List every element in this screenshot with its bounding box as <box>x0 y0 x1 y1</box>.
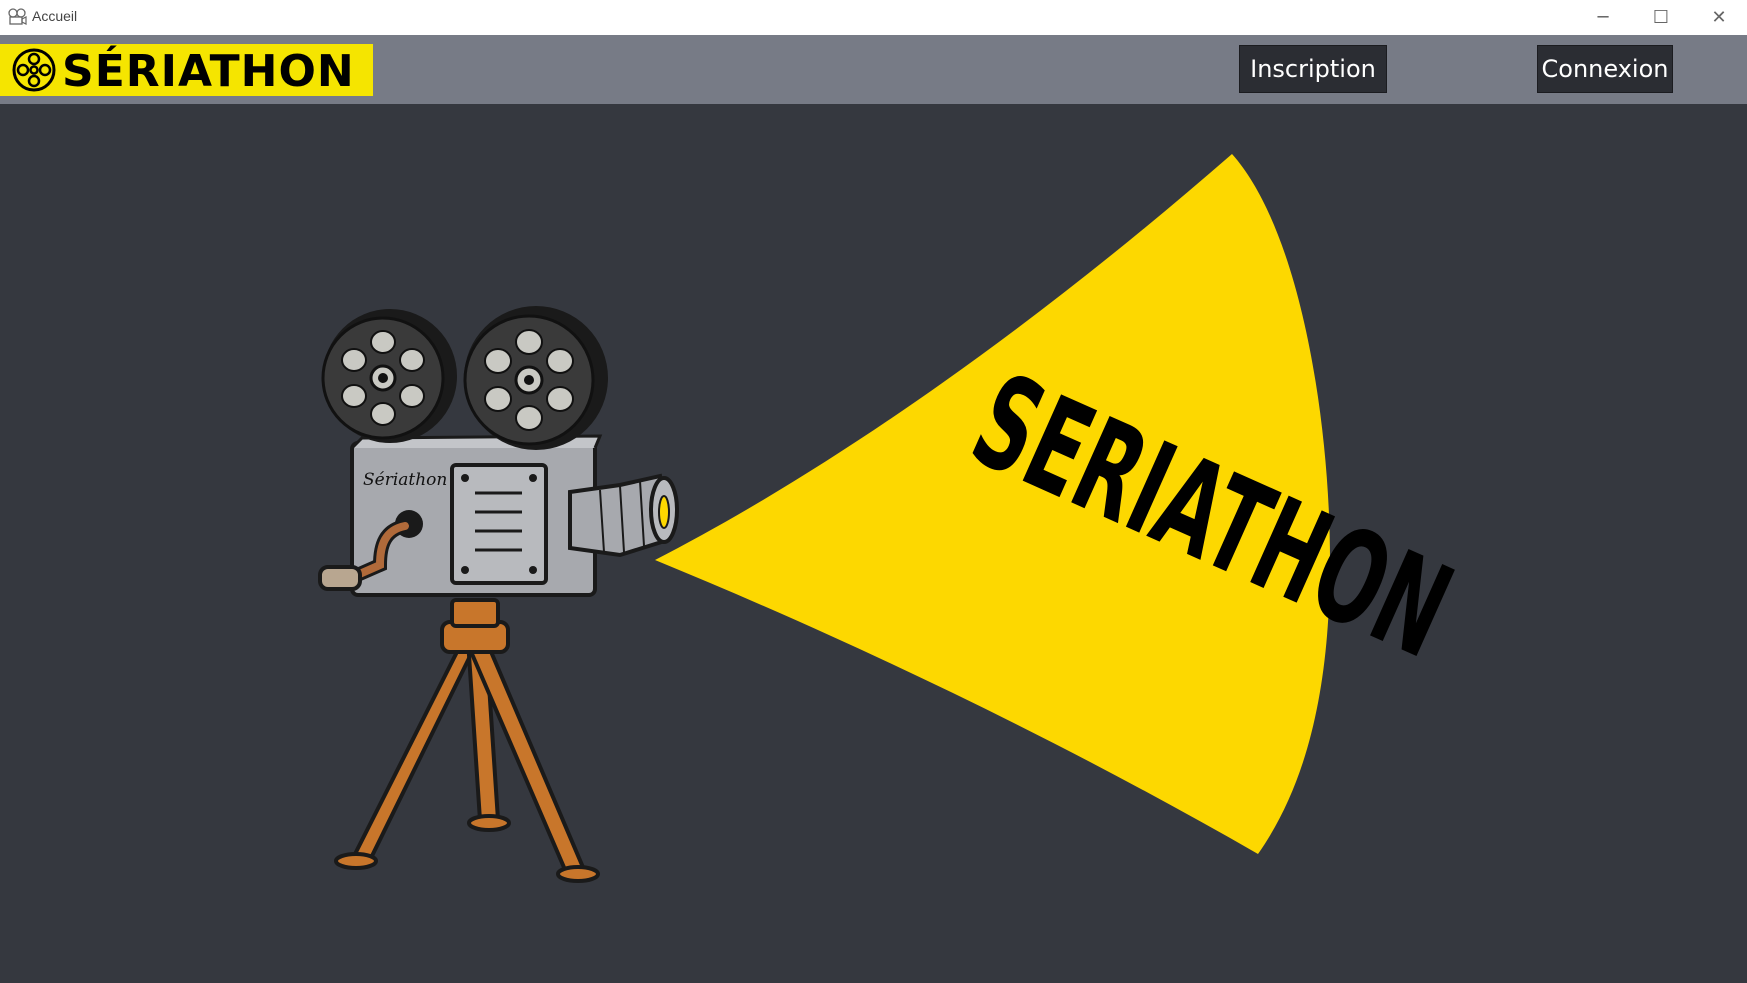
reel-left <box>321 309 457 443</box>
tripod <box>334 598 600 883</box>
window-titlebar: Accueil ─ ☐ ✕ <box>0 0 1747 35</box>
film-reels <box>321 306 608 450</box>
site-logo[interactable]: SÉRIATHON <box>0 44 373 96</box>
minimize-button[interactable]: ─ <box>1574 0 1632 35</box>
reel-right <box>463 306 608 450</box>
camera: Sériathon <box>318 434 679 597</box>
top-nav-bar: SÉRIATHON Inscription Connexion <box>0 35 1747 104</box>
camera-label: Sériathon <box>363 470 447 490</box>
connexion-button[interactable]: Connexion <box>1537 45 1673 93</box>
close-button[interactable]: ✕ <box>1690 0 1747 35</box>
window-title: Accueil <box>32 8 78 24</box>
logo-text: SÉRIATHON <box>62 46 355 97</box>
inscription-button[interactable]: Inscription <box>1239 45 1387 93</box>
app-icon <box>8 8 27 25</box>
hero-illustration: SERIATHON Sériathon <box>318 154 1471 883</box>
maximize-button[interactable]: ☐ <box>1632 0 1690 35</box>
film-reel-icon <box>12 48 56 92</box>
